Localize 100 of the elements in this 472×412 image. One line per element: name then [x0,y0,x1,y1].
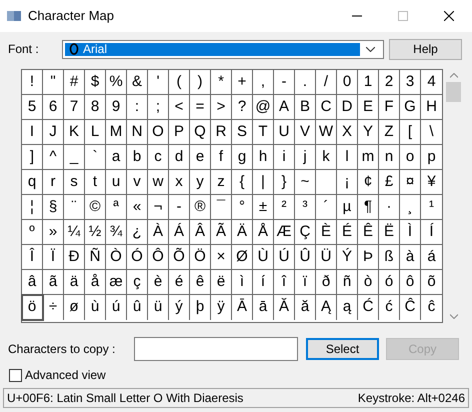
character-cell[interactable]: ¦ [22,195,43,220]
character-cell[interactable]: ) [190,70,211,95]
character-cell[interactable]: ~ [295,170,316,195]
character-cell[interactable]: Æ [274,220,295,245]
character-cell[interactable]: ö [22,295,43,320]
character-cell[interactable]: L [85,120,106,145]
character-cell[interactable]: h [253,145,274,170]
character-cell[interactable]: - [169,195,190,220]
character-cell[interactable]: H [421,95,442,120]
character-cell[interactable]: 8 [85,95,106,120]
character-cell[interactable]: Ö [190,245,211,270]
character-cell[interactable]: ¶ [358,195,379,220]
character-cell[interactable]: x [169,170,190,195]
character-cell[interactable]: . [295,70,316,95]
character-cell[interactable]: « [127,195,148,220]
character-cell[interactable]: ó [379,270,400,295]
character-cell[interactable]: Ă [274,295,295,320]
character-cell[interactable]: u [106,170,127,195]
character-cell[interactable]: K [64,120,85,145]
character-cell[interactable]: ¤ [400,170,421,195]
character-cell[interactable]: 7 [64,95,85,120]
character-cell[interactable]: Þ [358,245,379,270]
character-cell[interactable]: ^ [43,145,64,170]
character-cell[interactable]: ½ [85,220,106,245]
character-cell[interactable]: Á [169,220,190,245]
character-cell[interactable]: ï [295,270,316,295]
character-cell[interactable]: ¨ [64,195,85,220]
character-cell[interactable]: à [400,245,421,270]
character-cell[interactable]: ; [148,95,169,120]
character-cell[interactable]: Ä [232,220,253,245]
character-cell[interactable]: 5 [22,95,43,120]
character-cell[interactable]: ú [106,295,127,320]
character-cell[interactable]: ³ [295,195,316,220]
character-cell[interactable]: û [127,295,148,320]
character-cell[interactable]: ÷ [43,295,64,320]
character-cell[interactable]: · [379,195,400,220]
character-cell[interactable]: ò [358,270,379,295]
character-cell[interactable]: ¯ [211,195,232,220]
character-cell[interactable]: ² [274,195,295,220]
character-cell[interactable]: ® [190,195,211,220]
character-cell[interactable]: À [148,220,169,245]
character-cell[interactable]: , [253,70,274,95]
character-cell[interactable]: C [316,95,337,120]
character-cell[interactable]: | [253,170,274,195]
character-cell[interactable]: £ [379,170,400,195]
character-cell[interactable]: ' [148,70,169,95]
character-cell[interactable]: } [274,170,295,195]
character-cell[interactable]: a [106,145,127,170]
character-cell[interactable]: 1 [358,70,379,95]
character-cell[interactable]: ¸ [400,195,421,220]
character-cell[interactable]: ¡ [337,170,358,195]
character-cell[interactable]: í [253,270,274,295]
character-cell[interactable]: § [43,195,64,220]
character-cell[interactable]: k [316,145,337,170]
character-cell[interactable]: ĉ [421,295,442,320]
character-cell[interactable]: º [22,220,43,245]
character-cell[interactable]: F [379,95,400,120]
character-cell[interactable]: + [232,70,253,95]
character-cell[interactable]: þ [190,295,211,320]
character-cell[interactable]: ¬ [148,195,169,220]
character-cell[interactable]: ê [190,270,211,295]
character-cell[interactable]: È [316,220,337,245]
character-cell[interactable]: 0 [337,70,358,95]
character-cell[interactable]: 6 [43,95,64,120]
character-cell[interactable]: y [190,170,211,195]
character-cell[interactable]: [ [400,120,421,145]
character-cell[interactable]: X [337,120,358,145]
character-cell[interactable]: ( [169,70,190,95]
character-cell[interactable]: î [274,270,295,295]
character-cell[interactable]: ý [169,295,190,320]
character-cell[interactable]: V [295,120,316,145]
character-cell[interactable]: ą [337,295,358,320]
character-cell[interactable]: å [85,270,106,295]
character-cell[interactable]: ø [64,295,85,320]
character-cell[interactable]: & [127,70,148,95]
character-cell[interactable]: Í [421,220,442,245]
character-cell[interactable]: \ [421,120,442,145]
character-cell[interactable]: $ [85,70,106,95]
character-cell[interactable]: < [169,95,190,120]
scrollbar-thumb[interactable] [446,82,461,102]
character-cell[interactable]: > [211,95,232,120]
character-cell[interactable]: " [43,70,64,95]
character-cell[interactable]: ? [232,95,253,120]
character-cell[interactable]: ñ [337,270,358,295]
character-cell[interactable]: Ê [358,220,379,245]
character-cell[interactable]: ¾ [106,220,127,245]
character-cell[interactable]: z [211,170,232,195]
character-cell[interactable]: = [190,95,211,120]
character-cell[interactable]: Ñ [85,245,106,270]
character-cell[interactable]: © [85,195,106,220]
advanced-view-checkbox[interactable] [9,368,22,382]
character-cell[interactable]: { [232,170,253,195]
character-cell[interactable]: ¿ [127,220,148,245]
character-cell[interactable]: B [295,95,316,120]
character-cell[interactable]: T [253,120,274,145]
character-cell[interactable]: Ð [64,245,85,270]
character-cell[interactable]: J [43,120,64,145]
character-cell[interactable]: Õ [169,245,190,270]
help-button[interactable]: Help [389,38,462,60]
character-cell[interactable]: ` [85,145,106,170]
